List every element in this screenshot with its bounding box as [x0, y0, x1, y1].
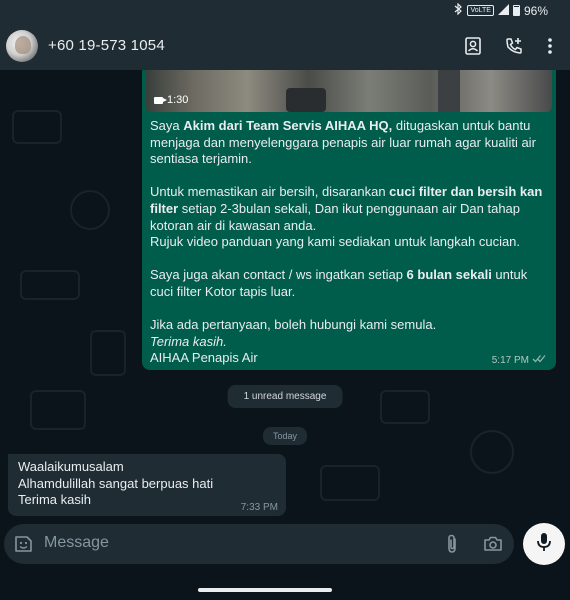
message-text-segment: Rujuk video panduan yang kami sediakan u…: [150, 234, 521, 250]
wallpaper-doodle: [12, 110, 62, 144]
avatar[interactable]: [6, 30, 38, 62]
read-ticks-icon: [532, 354, 546, 366]
outgoing-message-text: Saya Akim dari Team Servis AIHAA HQ, dit…: [150, 118, 546, 367]
message-text-segment: setiap 2-3bulan sekali, Dan ikut penggun…: [150, 200, 521, 233]
wallpaper-doodle: [70, 190, 110, 230]
status-bar: VoLTE 96%: [0, 0, 570, 22]
composer-bar: Message: [0, 520, 570, 600]
attach-icon[interactable]: [441, 533, 463, 555]
wallpaper-doodle: [30, 390, 86, 430]
message-text-segment: Terima kasih.: [150, 333, 227, 349]
home-indicator[interactable]: [198, 588, 332, 592]
wallpaper-doodle: [20, 270, 80, 300]
volte-icon: VoLTE: [467, 5, 494, 16]
battery-percent: 96%: [523, 3, 548, 18]
outgoing-message[interactable]: 1:30 Saya Akim dari Team Servis AIHAA HQ…: [142, 70, 556, 370]
chat-header: +60 19-573 1054: [0, 22, 570, 70]
video-thumbnail[interactable]: 1:30: [146, 70, 552, 112]
message-text-segment: Untuk memastikan air bersih, disarankan: [150, 184, 390, 200]
video-camera-icon: [154, 96, 167, 104]
bluetooth-icon: [454, 2, 463, 18]
outgoing-message-meta: 5:17 PM: [492, 354, 546, 366]
video-duration: 1:30: [154, 94, 188, 106]
contact-card-icon[interactable]: [461, 34, 485, 58]
incoming-message[interactable]: Waalaikumusalam Alhamdulillah sangat ber…: [8, 454, 286, 516]
video-duration-label: 1:30: [167, 94, 189, 106]
message-text-segment: Jika ada pertanyaan, boleh hubungi kami …: [150, 317, 437, 333]
battery-icon: [512, 5, 520, 16]
unread-messages-divider: 1 unread message: [227, 385, 343, 408]
message-paragraph: Untuk memastikan air bersih, disarankan …: [150, 184, 546, 250]
contact-name[interactable]: +60 19-573 1054: [48, 37, 165, 54]
wallpaper-doodle: [380, 390, 430, 424]
add-call-icon[interactable]: [502, 34, 526, 58]
more-options-icon[interactable]: [538, 34, 562, 58]
video-frame-detail: [286, 88, 326, 112]
video-frame-detail: [438, 70, 460, 112]
status-icons: VoLTE 96%: [454, 2, 548, 18]
wallpaper-doodle: [470, 430, 514, 474]
message-text-segment: Saya: [150, 118, 184, 133]
incoming-message-time: 7:33 PM: [240, 502, 278, 513]
message-text-segment: AIHAA Penapis Air: [150, 350, 258, 366]
mic-icon: [535, 532, 553, 557]
chat-area[interactable]: 1:30 Saya Akim dari Team Servis AIHAA HQ…: [0, 70, 570, 520]
message-paragraph: Jika ada pertanyaan, boleh hubungi kami …: [150, 317, 546, 367]
message-bold-text: Akim dari Team Servis AIHAA HQ,: [183, 118, 393, 133]
message-bold-text: 6 bulan sekali: [406, 267, 492, 283]
message-input[interactable]: Message: [44, 534, 109, 552]
wallpaper-doodle: [320, 465, 380, 501]
outgoing-message-time: 5:17 PM: [491, 354, 529, 366]
message-paragraph: Saya Akim dari Team Servis AIHAA HQ, dit…: [150, 118, 546, 168]
camera-icon[interactable]: [482, 533, 504, 555]
date-divider: Today: [262, 427, 308, 445]
mic-button[interactable]: [523, 523, 565, 565]
message-paragraph: Saya juga akan contact / ws ingatkan set…: [150, 267, 546, 300]
message-text-segment: Saya juga akan contact / ws ingatkan set…: [150, 267, 407, 283]
incoming-message-text: Waalaikumusalam Alhamdulillah sangat ber…: [18, 459, 214, 507]
signal-icon: [497, 3, 509, 18]
message-input-container[interactable]: Message: [4, 524, 514, 564]
emoji-icon[interactable]: [12, 533, 34, 555]
wallpaper-doodle: [90, 330, 126, 376]
